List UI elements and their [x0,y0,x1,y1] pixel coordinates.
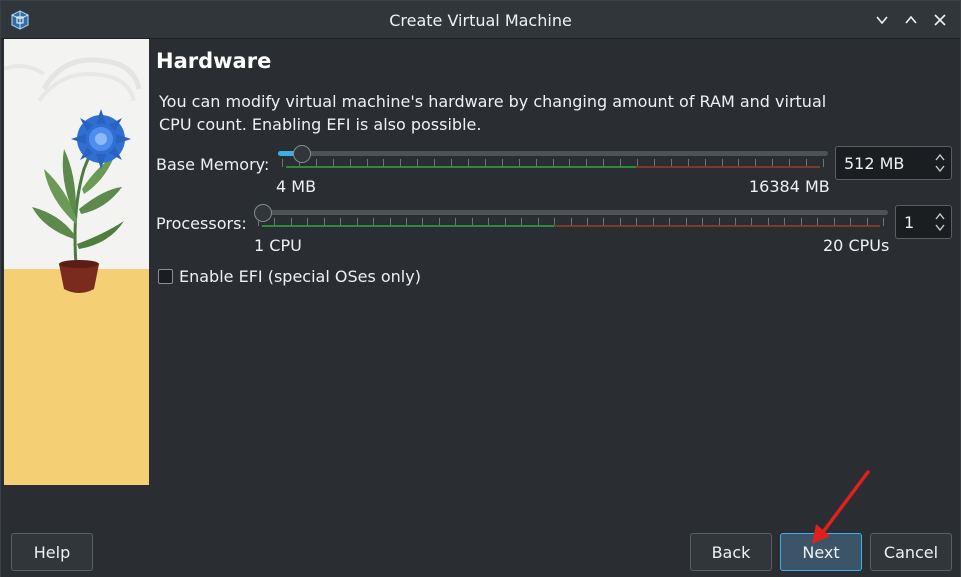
base-memory-label: Base Memory: [156,155,270,174]
base-memory-slider[interactable] [278,141,828,171]
back-button[interactable]: Back [690,533,772,571]
minimize-button[interactable] [872,10,892,30]
processors-min-label: 1 CPU [254,236,302,255]
wizard-illustration [4,39,149,485]
slider-tick [823,159,824,167]
enable-efi-checkbox[interactable] [158,269,173,284]
processors-spinbox[interactable]: 1 [895,205,952,239]
memory-slider-handle[interactable] [293,145,311,163]
page-title: Hardware [156,49,272,73]
dialog-footer: Help Back Next Cancel [1,525,960,577]
chevron-down-icon [876,16,888,25]
spin-arrows-icon[interactable] [933,150,947,176]
slider-tick [883,218,884,226]
cancel-button[interactable]: Cancel [870,533,952,571]
processors-value: 1 [904,213,915,232]
spin-arrows-icon[interactable] [933,209,947,235]
next-button[interactable]: Next [780,533,862,571]
memory-spinbox[interactable]: 512 MB [835,146,952,180]
close-button[interactable] [930,10,950,30]
close-icon [934,14,946,26]
processors-slider[interactable] [254,200,888,230]
window-title: Create Virtual Machine [389,11,572,30]
create-vm-dialog: Create Virtual Machine Hardware You can … [0,0,961,577]
processors-label: Processors: [156,214,247,233]
memory-min-label: 4 MB [276,177,317,196]
help-button[interactable]: Help [11,533,93,571]
memory-value: 512 MB [844,154,905,173]
maximize-button[interactable] [901,10,921,30]
enable-efi-label[interactable]: Enable EFI (special OSes only) [179,267,421,286]
chevron-up-icon [905,15,917,24]
processors-slider-handle[interactable] [254,204,272,222]
title-bar: Create Virtual Machine [1,1,960,39]
slider-tick [282,159,283,167]
memory-max-label: 16384 MB [749,177,830,196]
page-description: You can modify virtual machine's hardwar… [159,92,827,134]
processors-max-label: 20 CPUs [823,236,890,255]
